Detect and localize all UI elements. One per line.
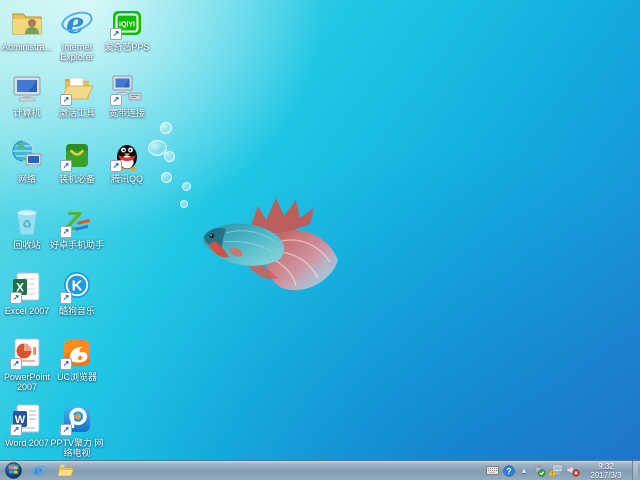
- shortcut-arrow-overlay: ↗: [110, 28, 122, 40]
- powerpoint-icon: ↗: [10, 336, 44, 370]
- shopping-bag-icon: ↗: [60, 138, 94, 172]
- svg-text:♻: ♻: [22, 218, 32, 231]
- desktop-icon-broadband-connection[interactable]: ↗ 宽带连接: [102, 70, 152, 136]
- bubble: [182, 182, 191, 191]
- desktop-icon-administrator[interactable]: Administra...: [2, 4, 52, 70]
- windows-orb-icon: [4, 462, 22, 479]
- taskbar: e ? ▴ ! 9:32 2017/3/3: [0, 460, 640, 480]
- pptv-icon: ↗: [60, 402, 94, 436]
- shortcut-arrow-overlay: ↗: [10, 292, 22, 304]
- haozhuo-z-logo-icon: Z ↗: [60, 204, 94, 238]
- betta-fish-wallpaper: [202, 198, 338, 291]
- desktop-icon-internet-explorer[interactable]: e Internet Explorer: [52, 4, 102, 70]
- icon-label: 装机必备: [58, 174, 95, 184]
- bubble: [160, 122, 172, 134]
- internet-explorer-icon: e: [31, 463, 47, 479]
- shortcut-arrow-overlay: ↗: [60, 292, 72, 304]
- show-hidden-icons-button[interactable]: ▴: [519, 463, 529, 479]
- broadband-connection-icon: ↗: [110, 72, 144, 106]
- icon-label: 好卓手机助手: [49, 240, 104, 250]
- folder-icon: [56, 464, 74, 477]
- iqiyi-icon: iQIYI ↗: [110, 6, 144, 40]
- desktop-icon-activation-tools[interactable]: ↗ 激活工具: [52, 70, 102, 136]
- svg-text:K: K: [72, 278, 83, 295]
- icon-label: Word 2007: [5, 438, 49, 448]
- taskbar-explorer-button[interactable]: [52, 461, 78, 480]
- show-desktop-button[interactable]: [632, 460, 638, 480]
- icon-label: 腾讯QQ: [110, 174, 143, 184]
- icon-label: Administra...: [1, 42, 52, 52]
- shortcut-arrow-overlay: ↗: [10, 358, 22, 370]
- help-tray-icon[interactable]: ?: [502, 463, 516, 479]
- icon-label: 爱奇艺PPS: [104, 42, 150, 52]
- system-tray: ? ▴ ! 9:32 2017/3/3: [485, 460, 640, 480]
- shortcut-arrow-overlay: ↗: [110, 94, 122, 106]
- shortcut-arrow-overlay: ↗: [110, 160, 122, 172]
- desktop-icon-pptv[interactable]: ↗ PPTV聚力 网络电视: [50, 400, 104, 466]
- network-status-tray-icon[interactable]: !: [549, 463, 563, 479]
- icon-label: PowerPoint 2007: [3, 372, 51, 393]
- svg-text:iQIYI: iQIYI: [119, 22, 135, 29]
- clock-time: 9:32: [598, 461, 614, 471]
- shortcut-arrow-overlay: ↗: [10, 424, 22, 436]
- windows7-desktop-screen: Administra... e Internet Explorer iQIYI: [0, 0, 640, 480]
- desktop-icon-kugou-music[interactable]: K ↗ 酷狗音乐: [52, 268, 102, 334]
- open-folder-icon: ↗: [60, 72, 94, 106]
- icon-label: 回收站: [13, 240, 41, 250]
- internet-explorer-icon: e: [60, 6, 94, 40]
- desktop-icon-word-2007[interactable]: W ↗ Word 2007: [2, 400, 52, 466]
- desktop-icon-computer[interactable]: 计算机: [2, 70, 52, 136]
- word-icon: W ↗: [10, 402, 44, 436]
- desktop-icon-powerpoint-2007[interactable]: ↗ PowerPoint 2007: [2, 334, 52, 400]
- safely-remove-hardware-tray-icon[interactable]: [532, 463, 546, 479]
- desktop-icon-iqiyi-pps[interactable]: iQIYI ↗ 爱奇艺PPS: [102, 4, 152, 70]
- kugou-icon: K ↗: [60, 270, 94, 304]
- network-globe-icon: [10, 138, 44, 172]
- bubble: [161, 172, 172, 183]
- bubble: [180, 200, 188, 208]
- user-folder-icon: [10, 6, 44, 40]
- svg-text:e: e: [66, 6, 84, 40]
- desktop-icon-recycle-bin[interactable]: ♻ 回收站: [2, 202, 52, 268]
- desktop-icon-tencent-qq[interactable]: ↗ 腾讯QQ: [102, 136, 152, 202]
- shortcut-arrow-overlay: ↗: [60, 358, 72, 370]
- desktop-icon-uc-browser[interactable]: ↗ UC浏览器: [52, 334, 102, 400]
- desktop-wallpaper[interactable]: Administra... e Internet Explorer iQIYI: [0, 0, 640, 480]
- shortcut-arrow-overlay: ↗: [60, 160, 72, 172]
- uc-squirrel-icon: ↗: [60, 336, 94, 370]
- excel-icon: X ↗: [10, 270, 44, 304]
- icon-label: Internet Explorer: [60, 42, 94, 63]
- qq-penguin-icon: ↗: [110, 138, 144, 172]
- icon-label: PPTV聚力 网络电视: [50, 438, 104, 459]
- shortcut-arrow-overlay: ↗: [60, 94, 72, 106]
- desktop-icon-haozhuo-assistant[interactable]: Z ↗ 好卓手机助手: [49, 202, 104, 268]
- computer-icon: [10, 72, 44, 106]
- taskbar-ie-button[interactable]: e: [26, 461, 52, 480]
- desktop-icon-grid: Administra... e Internet Explorer iQIYI: [2, 4, 152, 466]
- taskbar-clock[interactable]: 9:32 2017/3/3: [583, 462, 629, 480]
- shortcut-arrow-overlay: ↗: [60, 226, 72, 238]
- shortcut-arrow-overlay: ↗: [60, 424, 72, 436]
- desktop-icon-excel-2007[interactable]: X ↗ Excel 2007: [2, 268, 52, 334]
- icon-label: Excel 2007: [4, 306, 50, 316]
- icon-label: 网络: [17, 174, 36, 184]
- desktop-icon-network[interactable]: 网络: [2, 136, 52, 202]
- icon-label: 酷狗音乐: [58, 306, 95, 316]
- svg-text:!: !: [551, 472, 553, 477]
- icon-label: 宽带连接: [108, 108, 145, 118]
- icon-label: 激活工具: [58, 108, 95, 118]
- svg-text:?: ?: [507, 466, 512, 475]
- input-keyboard-tray-icon[interactable]: [485, 463, 499, 479]
- recycle-bin-icon: ♻: [10, 204, 44, 238]
- clock-date: 2017/3/3: [590, 470, 622, 480]
- icon-label: 计算机: [13, 108, 41, 118]
- volume-muted-tray-icon[interactable]: [566, 463, 580, 479]
- desktop-icon-essential-software[interactable]: ↗ 装机必备: [52, 136, 102, 202]
- icon-label: UC浏览器: [57, 372, 97, 382]
- bubble: [164, 151, 175, 162]
- start-button[interactable]: [0, 461, 26, 480]
